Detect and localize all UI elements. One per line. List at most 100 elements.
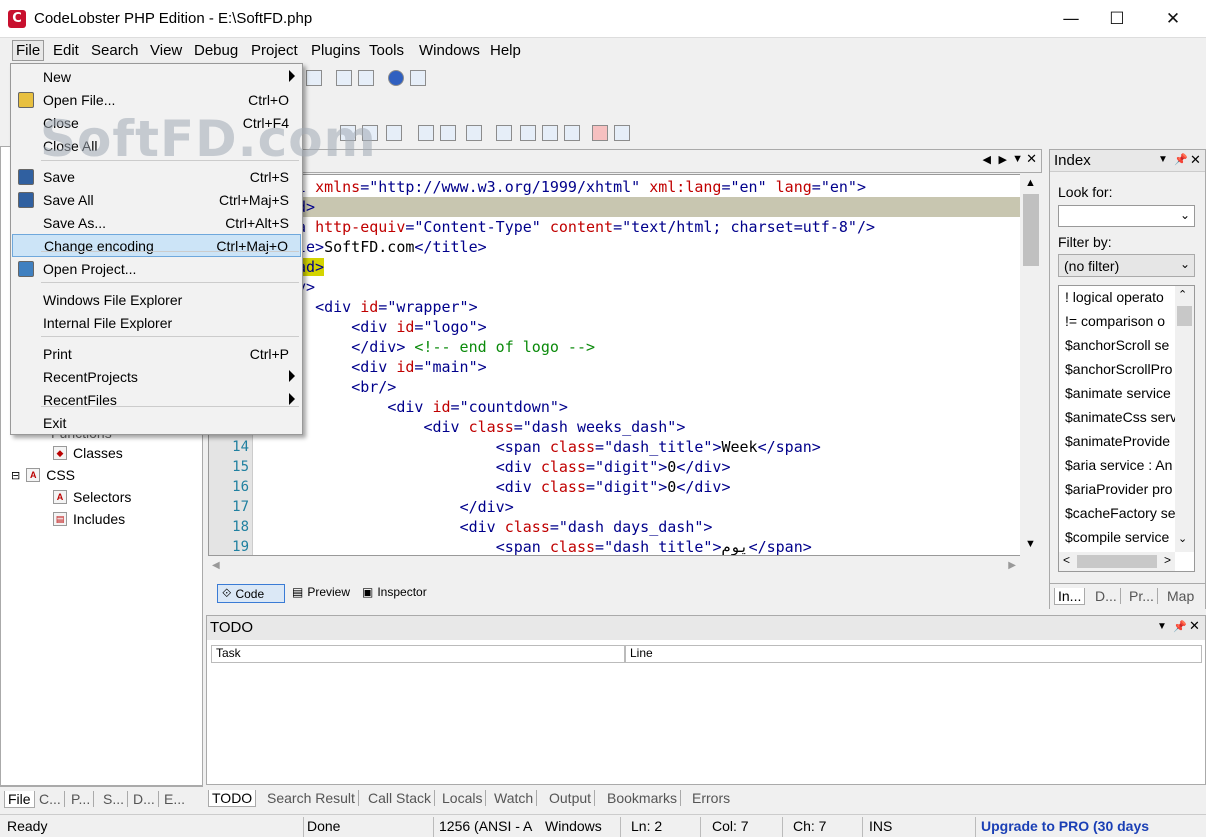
view-tab-preview[interactable]: ▤ Preview	[288, 584, 354, 600]
tab-search-result[interactable]: Search Result	[264, 790, 359, 806]
form-icon[interactable]	[542, 125, 558, 141]
code-line[interactable]: l xmlns="http://www.w3.org/1999/xhtml" x…	[297, 177, 866, 197]
menu-debug[interactable]: Debug	[192, 42, 240, 59]
scroll-down-icon[interactable]: ⌄	[1178, 532, 1187, 545]
paragraph-icon[interactable]	[418, 125, 434, 141]
code-editor[interactable]: l xmlns="http://www.w3.org/1999/xhtml" x…	[208, 174, 1042, 556]
code-line[interactable]: <div id="logo">	[297, 317, 486, 337]
editor-vertical-scrollbar[interactable]: ▲ ▼	[1020, 174, 1042, 556]
scroll-left-icon[interactable]: ◀	[212, 560, 220, 571]
index-list-item[interactable]: $compile service	[1065, 529, 1169, 545]
tab-call-stack[interactable]: Call Stack	[365, 790, 436, 806]
menu-close[interactable]: Close Ctrl+F4	[12, 112, 301, 135]
tree-item-css[interactable]: ⊟ A CSS	[11, 467, 75, 483]
menu-open-file[interactable]: Open File... Ctrl+O	[12, 89, 301, 112]
index-list-item[interactable]: != comparison o	[1065, 313, 1165, 329]
view-tab-code[interactable]: ⟐ Code	[217, 584, 285, 603]
menu-recent-files[interactable]: RecentFiles	[12, 389, 301, 412]
look-for-input[interactable]: ⌄	[1058, 205, 1195, 227]
menu-project[interactable]: Project	[249, 42, 300, 59]
tab-p[interactable]: P...	[68, 791, 95, 807]
pin-icon[interactable]: 📌	[1174, 153, 1188, 166]
index-list-item[interactable]: $ariaProvider pro	[1065, 481, 1172, 497]
index-list-item[interactable]: $animateProvide	[1065, 433, 1170, 449]
table-icon[interactable]	[496, 125, 512, 141]
tab-list-icon[interactable]: ▼	[1012, 153, 1023, 165]
tab-file[interactable]: File	[4, 791, 35, 808]
close-panel-icon[interactable]: ✕	[1189, 618, 1200, 634]
pre-icon[interactable]	[440, 125, 456, 141]
menu-windows[interactable]: Windows	[417, 42, 482, 59]
menu-search[interactable]: Search	[89, 42, 141, 59]
tab-index[interactable]: In...	[1054, 588, 1086, 605]
code-line[interactable]: <div id="main">	[297, 357, 486, 377]
menu-windows-file-explorer[interactable]: Windows File Explorer	[12, 289, 301, 312]
field-icon[interactable]	[564, 125, 580, 141]
index-list-item[interactable]: $anchorScroll se	[1065, 337, 1169, 353]
code-line[interactable]: <div id="wrapper">	[297, 297, 478, 317]
code-line[interactable]: <div class="dash days_dash">	[297, 517, 713, 537]
menu-recent-projects[interactable]: RecentProjects	[12, 366, 301, 389]
index-list-item[interactable]: $cacheFactory se	[1065, 505, 1176, 521]
index-horizontal-scrollbar[interactable]: < >	[1059, 552, 1175, 571]
view-tab-inspector[interactable]: ▣ Inspector	[358, 584, 431, 600]
code-line[interactable]: <div id="countdown">	[297, 397, 568, 417]
layout-icon[interactable]	[336, 70, 352, 86]
scroll-down-icon[interactable]: ▼	[1025, 538, 1036, 550]
index-list-item[interactable]: $animateCss serv	[1065, 409, 1177, 425]
menu-print[interactable]: Print Ctrl+P	[12, 343, 301, 366]
tree-item-selectors[interactable]: A Selectors	[53, 489, 131, 505]
fullscreen-icon[interactable]	[410, 70, 426, 86]
notes-icon[interactable]	[358, 70, 374, 86]
filter-select[interactable]: (no filter) ⌄	[1058, 254, 1195, 277]
scroll-up-icon[interactable]: ⌃	[1178, 288, 1187, 301]
menu-help[interactable]: Help	[488, 42, 523, 59]
collapse-icon[interactable]: ⊟	[11, 469, 20, 482]
pin-icon[interactable]: 📌	[1173, 620, 1187, 633]
tab-watch[interactable]: Watch	[491, 790, 538, 806]
scroll-right-icon[interactable]: ▶	[1008, 560, 1016, 571]
image-icon[interactable]	[340, 125, 356, 141]
code-line[interactable]: a http-equiv="Content-Type" content="tex…	[297, 217, 875, 237]
list-icon[interactable]	[466, 125, 482, 141]
scroll-left-icon[interactable]: <	[1063, 553, 1070, 567]
chevron-down-icon[interactable]: ⌄	[1180, 208, 1190, 222]
align-icon[interactable]	[362, 125, 378, 141]
menu-save-as[interactable]: Save As... Ctrl+Alt+S	[12, 212, 301, 235]
tab-pr[interactable]: Pr...	[1126, 588, 1158, 604]
index-vertical-scrollbar[interactable]: ⌃ ⌄	[1175, 286, 1194, 552]
tab-errors[interactable]: Errors	[689, 790, 733, 806]
tab-d[interactable]: D...	[1092, 588, 1121, 604]
scroll-thumb[interactable]	[1177, 306, 1192, 326]
grid-icon[interactable]	[592, 125, 608, 141]
menu-exit[interactable]: Exit	[12, 412, 301, 435]
tab-scroll-left-icon[interactable]: ◀	[983, 153, 991, 166]
chevron-down-icon[interactable]: ⌄	[1180, 257, 1190, 271]
scroll-thumb[interactable]	[1077, 555, 1157, 568]
tab-locals[interactable]: Locals	[439, 790, 487, 806]
tab-e[interactable]: E...	[161, 791, 188, 807]
minimize-button[interactable]: —	[1048, 0, 1094, 38]
tab-scroll-right-icon[interactable]: ▶	[999, 153, 1007, 166]
code-line[interactable]: </div> <!-- end of logo -->	[297, 337, 595, 357]
menu-plugins[interactable]: Plugins	[309, 42, 362, 59]
help-icon[interactable]	[388, 70, 404, 86]
panel-menu-icon[interactable]: ▼	[1157, 621, 1167, 632]
menu-close-all[interactable]: Close All	[12, 135, 301, 158]
menu-save-all[interactable]: Save All Ctrl+Maj+S	[12, 189, 301, 212]
tree-item-classes[interactable]: ◆ Classes	[53, 445, 123, 461]
column-header-task[interactable]: Task	[211, 645, 625, 663]
upgrade-link[interactable]: Upgrade to PRO (30 days	[981, 818, 1177, 834]
index-list-item[interactable]: $anchorScrollPro	[1065, 361, 1172, 377]
tab-bookmarks[interactable]: Bookmarks	[604, 790, 682, 806]
scroll-up-icon[interactable]: ▲	[1025, 177, 1036, 189]
code-line[interactable]: <span class="dash title">يوم</span>	[297, 537, 812, 555]
menu-new[interactable]: New	[12, 66, 301, 89]
menu-change-encoding[interactable]: Change encoding Ctrl+Maj+O	[12, 234, 301, 257]
menu-view[interactable]: View	[148, 42, 184, 59]
panel-menu-icon[interactable]: ▼	[1158, 154, 1168, 165]
menu-file[interactable]: File	[12, 40, 45, 61]
code-line[interactable]: <span class="dash_title">Week</span>	[297, 437, 821, 457]
menu-save[interactable]: Save Ctrl+S	[12, 166, 301, 189]
tab-todo[interactable]: TODO	[208, 790, 257, 807]
